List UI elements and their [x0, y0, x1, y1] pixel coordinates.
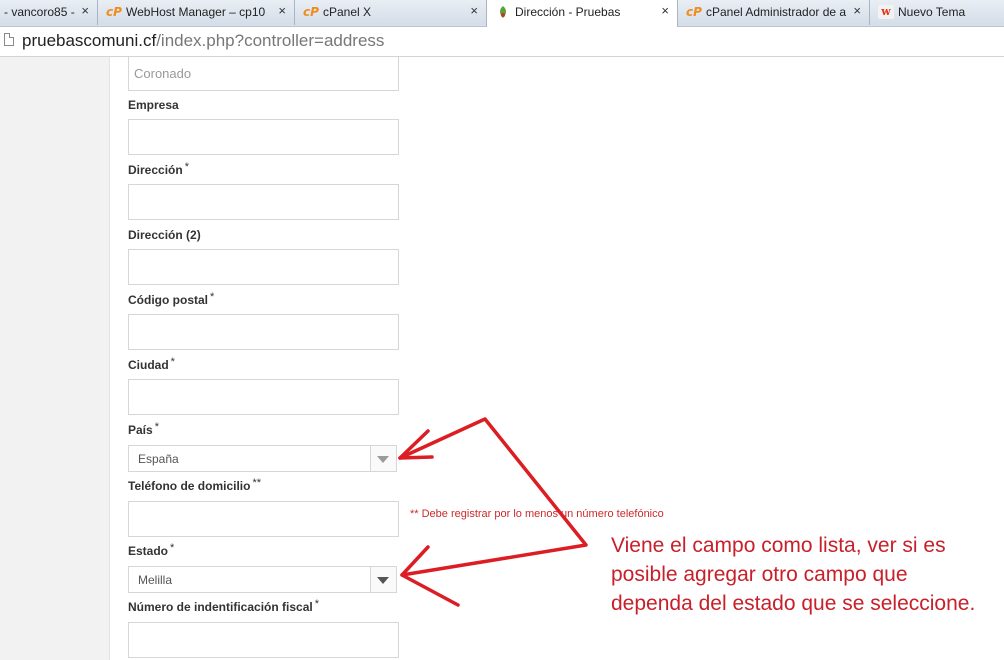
tab-label: Dirección - Pruebas — [515, 5, 621, 19]
tab-nuevo-tema[interactable]: w Nuevo Tema — [870, 0, 1004, 25]
tab-label: cPanel X — [323, 5, 372, 19]
tab-cpanel-x[interactable]: cP cPanel X × — [295, 0, 487, 25]
tab-cpanel-administrador[interactable]: cP cPanel Administrador de a × — [678, 0, 870, 25]
url-text[interactable]: pruebascomuni.cf/index.php?controller=ad… — [22, 31, 384, 51]
page-viewport: Coronado Empresa Dirección * Dirección (2… — [0, 57, 1004, 660]
annotation-note: Viene el campo como lista, ver si es pos… — [611, 534, 976, 615]
cpanel-icon: cP — [686, 5, 702, 19]
w-site-icon: w — [878, 5, 894, 19]
url-path: /index.php?controller=address — [156, 31, 385, 50]
annotation-line — [398, 417, 588, 577]
tab-label: Nuevo Tema — [898, 5, 966, 19]
tab-label: cPanel Administrador de a — [706, 5, 847, 19]
tab-close-icon[interactable]: × — [470, 3, 478, 18]
tab-close-icon[interactable]: × — [278, 3, 286, 18]
tab-vancoro[interactable]: - vancoro85 - × — [0, 0, 98, 25]
prestashop-icon — [495, 5, 511, 19]
url-host: pruebascomuni.cf — [22, 31, 157, 50]
tab-close-icon[interactable]: × — [661, 3, 669, 18]
cpanel-icon: cP — [303, 5, 319, 19]
tab-close-icon[interactable]: × — [81, 3, 89, 18]
arrowhead-state — [400, 545, 460, 607]
cpanel-icon: cP — [106, 5, 122, 19]
tab-label: - vancoro85 - — [4, 5, 75, 19]
browser-tab-strip: - vancoro85 - × cP WebHost Manager – cp1… — [0, 0, 1004, 27]
address-bar[interactable]: pruebascomuni.cf/index.php?controller=ad… — [0, 27, 1004, 57]
page-icon — [4, 33, 14, 46]
tab-close-icon[interactable]: × — [853, 3, 861, 18]
tab-label: WebHost Manager – cp10 — [126, 5, 266, 19]
tab-direccion-pruebas[interactable]: Dirección - Pruebas × — [486, 0, 678, 27]
tab-webhost-manager[interactable]: cP WebHost Manager – cp10 × — [98, 0, 295, 25]
